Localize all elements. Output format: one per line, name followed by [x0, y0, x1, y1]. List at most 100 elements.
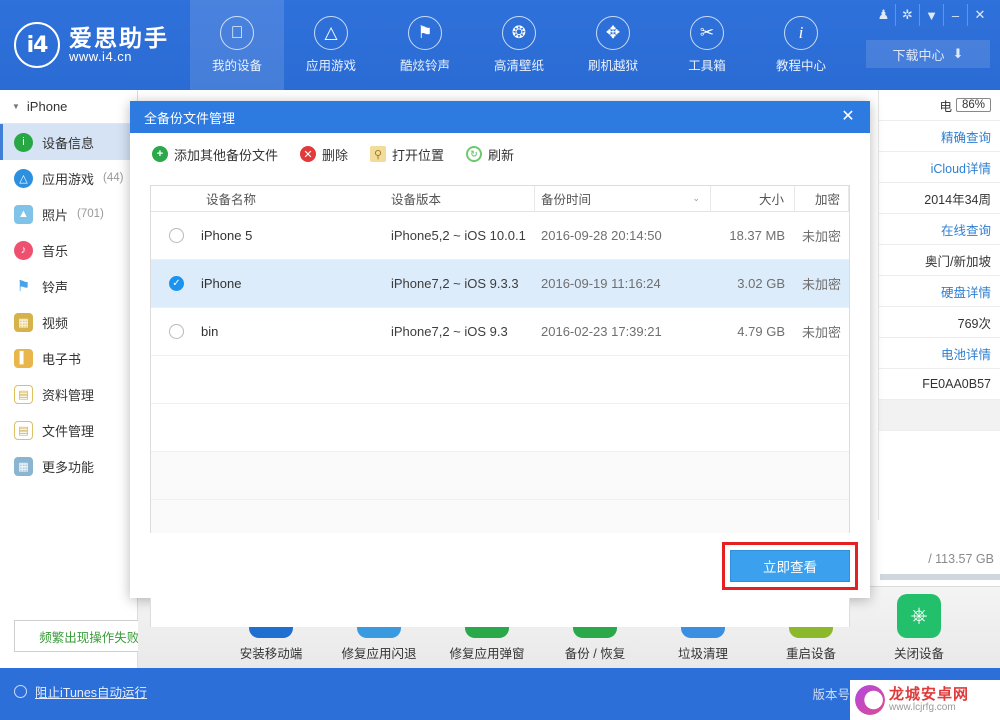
open-location-button[interactable]: ⚲ 打开位置 — [370, 145, 444, 164]
block-itunes-toggle[interactable]: 阻止iTunes自动运行 — [14, 682, 147, 701]
window-controls: ♟ ✲ ▼ – ✕ — [872, 4, 992, 26]
download-center-label: 下载中心 — [892, 47, 945, 63]
i4-logo-icon: i4 — [14, 22, 60, 68]
sidebar-item-photos[interactable]: ▲ 照片 (701) — [0, 196, 137, 232]
table-row[interactable]: bin iPhone7,2 ~ iOS 9.3 2016-02-23 17:39… — [151, 308, 849, 356]
info-row-icloud: iCloud详情 — [879, 152, 1000, 183]
status-bar: 阻止iTunes自动运行 版本号 龙城安卓网 www.lcjrfg.com — [0, 668, 1000, 720]
application-window: i4 爱思助手 www.i4.cn  我的设备 △ 应用游戏 ⚑ 酷炫铃声 ❂… — [0, 0, 1000, 720]
storage-bar — [880, 574, 1000, 580]
nav-label: 工具箱 — [688, 59, 726, 73]
nav-item-apps-games[interactable]: △ 应用游戏 — [284, 0, 378, 90]
appstore-icon: △ — [314, 16, 348, 50]
toolbar-label: 添加其他备份文件 — [174, 147, 279, 163]
watermark-logo-icon — [855, 685, 885, 715]
icloud-detail-link[interactable]: iCloud详情 — [931, 158, 991, 177]
column-header-size[interactable]: 大小 — [711, 185, 795, 212]
online-query-link[interactable]: 在线查询 — [941, 220, 991, 239]
battery-detail-link[interactable]: 电池详情 — [941, 344, 991, 363]
nav-label: 刷机越狱 — [587, 59, 638, 73]
info-row-battery-detail: 电池详情 — [879, 338, 1000, 369]
sidebar-item-ebooks[interactable]: ▌ 电子书 — [0, 340, 137, 376]
row-radio-icon[interactable]: ✓ — [169, 276, 184, 291]
info-row-precise-query: 精确查询 — [879, 121, 1000, 152]
sidebar-item-label: 电子书 — [42, 351, 82, 367]
version-label: 版本号 — [812, 688, 850, 702]
table-empty-row — [151, 356, 849, 404]
row-device-name: iPhone — [201, 276, 242, 291]
row-encryption: 未加密 — [801, 229, 841, 244]
disk-detail-link[interactable]: 硬盘详情 — [941, 282, 991, 301]
table-row[interactable]: ✓ iPhone iPhone7,2 ~ iOS 9.3.3 2016-09-1… — [151, 260, 849, 308]
tool-label: 修复应用闪退 — [341, 646, 417, 661]
nav-label: 高清壁纸 — [493, 59, 544, 73]
column-header-device-name[interactable]: 设备名称 — [151, 186, 385, 212]
sidebar-item-label: 视频 — [42, 315, 69, 331]
row-device-version: iPhone5,2 ~ iOS 10.0.1 — [391, 228, 526, 243]
sort-chevron-down-icon[interactable]: ⌄ — [692, 193, 700, 204]
nav-item-wallpapers[interactable]: ❂ 高清壁纸 — [472, 0, 566, 90]
close-icon[interactable]: ✕ — [968, 4, 992, 26]
tool-label: 安装移动端 — [239, 646, 303, 661]
row-radio-icon[interactable] — [169, 324, 184, 339]
sidebar-item-label: 应用游戏 — [42, 171, 95, 187]
apple-icon:  — [220, 16, 254, 50]
add-backup-file-button[interactable]: + 添加其他备份文件 — [152, 145, 278, 164]
settings-gear-icon[interactable]: ✲ — [896, 4, 920, 26]
table-row[interactable]: iPhone 5 iPhone5,2 ~ iOS 10.0.1 2016-09-… — [151, 212, 849, 260]
column-header-device-version[interactable]: 设备版本 — [385, 185, 535, 212]
sidebar-item-label: 资料管理 — [42, 387, 95, 403]
precise-query-link[interactable]: 精确查询 — [941, 127, 991, 146]
sidebar-device-header[interactable]: ▼ iPhone — [0, 90, 137, 124]
refresh-button[interactable]: ↻ 刷新 — [466, 145, 514, 164]
info-icon: i — [784, 16, 818, 50]
tool-label: 备份 / 恢复 — [564, 646, 626, 661]
sidebar-item-label: 设备信息 — [42, 135, 95, 151]
sidebar-item-music[interactable]: ♪ 音乐 — [0, 232, 137, 268]
tool-power-off-device[interactable]: ⎈ 关闭设备 — [886, 593, 952, 662]
minimize-icon[interactable]: – — [944, 4, 968, 26]
sidebar-item-videos[interactable]: ▦ 视频 — [0, 304, 137, 340]
dropbox-icon: ✥ — [596, 16, 630, 50]
row-device-version: iPhone7,2 ~ iOS 9.3 — [391, 324, 508, 339]
tool-label: 关闭设备 — [893, 646, 944, 661]
view-now-button[interactable]: 立即查看 — [730, 550, 850, 582]
sidebar-item-ringtones[interactable]: ⚑ 铃声 — [0, 268, 137, 304]
sidebar-item-data-management[interactable]: ▤ 资料管理 — [0, 376, 137, 412]
sidebar-item-apps-games[interactable]: △ 应用游戏 (44) — [0, 160, 137, 196]
delete-button[interactable]: ✕ 删除 — [300, 145, 348, 164]
nav-item-flash-jailbreak[interactable]: ✥ 刷机越狱 — [566, 0, 660, 90]
info-row-online-query: 在线查询 — [879, 214, 1000, 245]
left-sidebar: ▼ iPhone i 设备信息 △ 应用游戏 (44) ▲ 照片 (701) ♪… — [0, 90, 177, 668]
column-header-label: 备份时间 — [541, 193, 592, 207]
device-info-panel: 电 86% 精确查询 iCloud详情 2014年34周 在线查询 奥门/新加坡… — [878, 90, 1000, 520]
column-header-encryption[interactable]: 加密 — [795, 185, 849, 212]
serial-value: FE0AA0B57 — [922, 377, 991, 391]
sidebar-item-file-management[interactable]: ▤ 文件管理 — [0, 412, 137, 448]
theme-icon[interactable]: ♟ — [872, 4, 896, 26]
watermark-url: www.lcjrfg.com — [889, 701, 956, 713]
download-center-button[interactable]: 下载中心 ⬇ — [866, 40, 990, 68]
nav-item-toolbox[interactable]: ✂ 工具箱 — [660, 0, 754, 90]
sidebar-item-label: 音乐 — [42, 243, 69, 259]
table-empty-row — [151, 452, 849, 500]
region-value: 奥门/新加坡 — [925, 254, 991, 269]
toolbar-label: 刷新 — [488, 147, 515, 163]
storage-total-label: / 113.57 GB — [928, 552, 994, 566]
nav-item-tutorials[interactable]: i 教程中心 — [754, 0, 848, 90]
dialog-close-icon[interactable]: ✕ — [834, 103, 862, 129]
nav-item-ringtones[interactable]: ⚑ 酷炫铃声 — [378, 0, 472, 90]
info-row-battery: 电 86% — [879, 90, 1000, 121]
column-header-backup-time[interactable]: 备份时间 ⌄ — [535, 185, 711, 212]
sidebar-item-more-features[interactable]: ▦ 更多功能 — [0, 448, 137, 484]
music-note-icon: ♪ — [14, 240, 33, 260]
nav-item-my-device[interactable]:  我的设备 — [190, 0, 284, 90]
row-encryption: 未加密 — [801, 277, 841, 292]
photo-icon: ▲ — [14, 204, 33, 224]
row-radio-icon[interactable] — [169, 228, 184, 243]
info-row-disk-detail: 硬盘详情 — [879, 276, 1000, 307]
brand-logo-area: i4 爱思助手 www.i4.cn — [0, 0, 190, 90]
menu-chevron-icon[interactable]: ▼ — [920, 4, 944, 26]
sidebar-item-device-info[interactable]: i 设备信息 — [0, 124, 137, 160]
info-row-serial: FE0AA0B57 — [879, 369, 1000, 400]
